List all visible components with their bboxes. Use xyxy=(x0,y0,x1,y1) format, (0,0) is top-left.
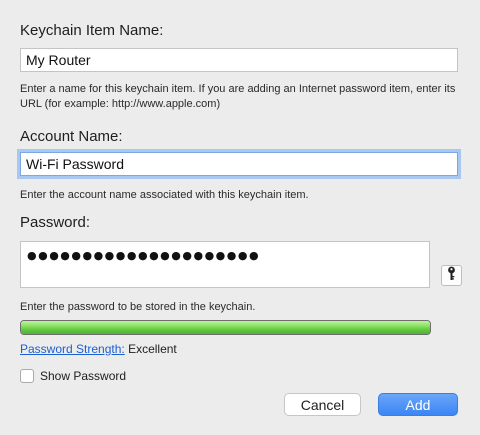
password-strength-row: Password Strength: Excellent xyxy=(20,342,177,356)
password-help: Enter the password to be stored in the k… xyxy=(20,301,256,313)
cancel-button[interactable]: Cancel xyxy=(284,393,361,416)
password-masked-value: ●●●●●●●●●●●●●●●●●●●●● xyxy=(27,249,261,262)
show-password-row[interactable]: Show Password xyxy=(20,369,126,383)
password-strength-meter xyxy=(20,320,431,335)
show-password-label: Show Password xyxy=(40,369,127,383)
key-button[interactable] xyxy=(441,265,462,286)
account-name-label: Account Name: xyxy=(20,128,123,145)
item-name-label: Keychain Item Name: xyxy=(20,22,164,39)
show-password-checkbox[interactable] xyxy=(20,369,34,383)
account-name-field[interactable] xyxy=(20,152,458,176)
item-name-help: Enter a name for this keychain item. If … xyxy=(20,83,456,110)
password-strength-value: Excellent xyxy=(128,342,177,356)
item-name-field[interactable] xyxy=(20,48,458,72)
add-button[interactable]: Add xyxy=(378,393,458,416)
password-field[interactable]: ●●●●●●●●●●●●●●●●●●●●● xyxy=(20,241,430,288)
account-name-help: Enter the account name associated with t… xyxy=(20,189,309,201)
password-strength-link[interactable]: Password Strength: xyxy=(20,342,125,356)
key-icon xyxy=(447,266,456,286)
password-label: Password: xyxy=(20,214,91,231)
password-strength-fill xyxy=(21,321,430,334)
